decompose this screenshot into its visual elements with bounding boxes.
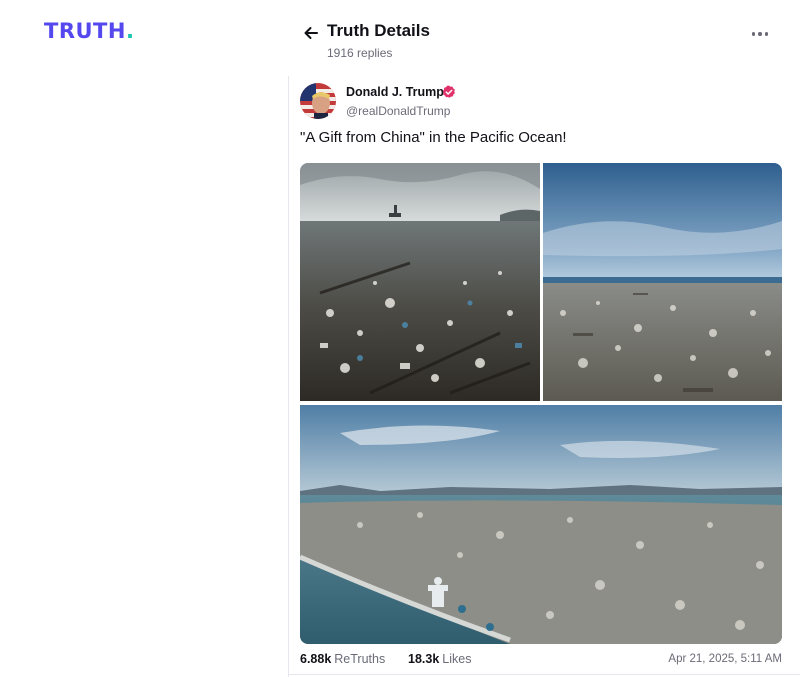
- retruths-count: 6.88k: [300, 652, 332, 666]
- retruths-stat[interactable]: 6.88k ReTruths: [300, 652, 385, 666]
- likes-stat[interactable]: 18.3k Likes: [408, 652, 471, 666]
- likes-label: Likes: [442, 652, 472, 666]
- page-title: Truth Details: [327, 21, 430, 40]
- ocean-debris-photo-2[interactable]: [543, 163, 782, 401]
- stats-divider: [288, 674, 800, 675]
- likes-count: 18.3k: [408, 652, 440, 666]
- author-name[interactable]: Donald J. Trump: [346, 85, 444, 99]
- retruths-label: ReTruths: [334, 652, 386, 666]
- media-grid: [300, 163, 782, 644]
- post-text: "A Gift from China" in the Pacific Ocean…: [300, 129, 567, 146]
- logo-dot: .: [125, 19, 135, 43]
- back-button[interactable]: [300, 22, 322, 44]
- post-timestamp: Apr 21, 2025, 5:11 AM: [668, 653, 782, 665]
- ellipsis-icon: [751, 32, 756, 36]
- avatar[interactable]: [300, 83, 336, 119]
- column-divider: [288, 76, 289, 677]
- truth-social-logo[interactable]: TRUTH.: [44, 19, 134, 43]
- logo-text: TRUTH: [44, 19, 126, 43]
- post-header: Truth Details 1916 replies: [300, 20, 790, 70]
- reply-count: 1916 replies: [327, 46, 393, 60]
- more-options-button[interactable]: [748, 24, 772, 44]
- verified-badge-icon: [442, 85, 455, 98]
- ocean-debris-photo-1[interactable]: [300, 163, 540, 401]
- arrow-left-icon: [304, 27, 318, 39]
- post-stats: 6.88k ReTruths 18.3k Likes Apr 21, 2025, 5…: [300, 652, 782, 670]
- author-handle[interactable]: @realDonaldTrump: [346, 104, 450, 118]
- ocean-debris-photo-3[interactable]: [300, 405, 782, 644]
